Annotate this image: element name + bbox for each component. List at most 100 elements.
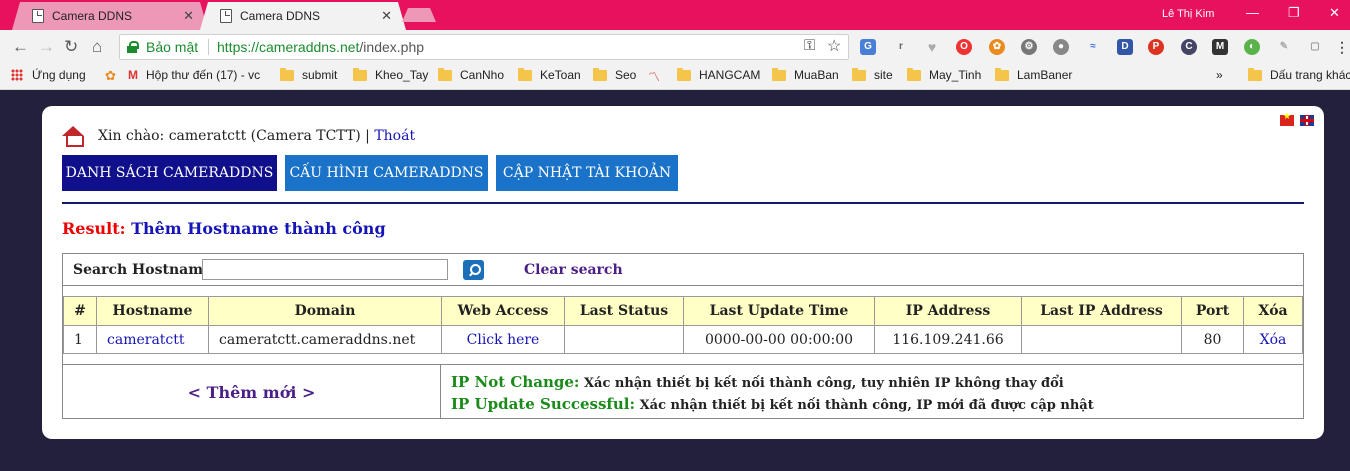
brush-extension-icon[interactable]: ✎ [1276, 39, 1292, 55]
table-footer: < Thêm mới > IP Not Change: Xác nhận thi… [63, 364, 1303, 419]
flower-extension-icon[interactable]: ✿ [989, 39, 1005, 55]
bookmark-label: May_Tinh [929, 68, 982, 82]
col-port-header: Port [1181, 296, 1244, 326]
folder-icon [907, 67, 921, 81]
opera-extension-icon[interactable]: O [956, 39, 972, 55]
search-row: Search Hostname: Clear search [63, 254, 1303, 286]
bookmark-label: LamBaner [1017, 68, 1073, 82]
folder-icon [353, 67, 367, 81]
last-update-cell: 0000-00-00 00:00:00 [683, 325, 875, 354]
search-hostname-input[interactable] [202, 259, 448, 280]
heart-extension-icon[interactable]: ♥ [924, 39, 940, 55]
uk-flag-icon[interactable] [1300, 115, 1314, 126]
address-bar[interactable]: Bảo mật https://cameraddns.net/index.php… [119, 34, 849, 60]
close-tab-icon[interactable]: ✕ [381, 8, 392, 24]
bookmark-other[interactable]: Dấu trang khác [1248, 67, 1350, 82]
camera-list-button[interactable]: DANH SÁCH CAMERADDNS [62, 155, 277, 191]
tab-title: Camera DDNS [52, 9, 133, 23]
translate-extension-icon[interactable]: G [860, 39, 876, 55]
col-ip-address-header: IP Address [874, 296, 1022, 326]
result-text: Thêm Hostname thành công [131, 219, 386, 238]
bookmark-may-tinh[interactable]: May_Tinh [907, 67, 982, 82]
home-icon[interactable]: ⌂ [92, 37, 102, 57]
pinterest-extension-icon[interactable]: P [1148, 39, 1164, 55]
forward-icon[interactable]: → [38, 37, 55, 57]
maximize-icon[interactable]: ❐ [1288, 5, 1300, 21]
r-extension-icon[interactable]: r [893, 39, 909, 55]
key-icon[interactable]: ⚿ [804, 37, 815, 54]
menu-icon[interactable]: ⋮ [1334, 39, 1350, 55]
profile-name[interactable]: Lê Thị Kim [1162, 8, 1214, 20]
hostname-link[interactable]: cameratctt [96, 325, 209, 354]
last-status-cell [564, 325, 684, 354]
url-text[interactable]: https://cameraddns.net/index.php [217, 39, 424, 55]
bookmark-site[interactable]: site [852, 67, 893, 82]
row-index: 1 [63, 325, 97, 354]
globe-extension-icon[interactable]: ◐ [1244, 39, 1260, 55]
last-ip-cell [1021, 325, 1182, 354]
bookmark-star-icon[interactable]: ☆ [827, 36, 841, 56]
minimize-icon[interactable]: — [1246, 5, 1259, 20]
bookmark-lambaner[interactable]: LamBaner [995, 67, 1073, 82]
search-button[interactable] [463, 260, 484, 280]
c-extension-icon[interactable]: C [1181, 39, 1197, 55]
back-icon[interactable]: ← [12, 37, 29, 57]
m-extension-icon[interactable]: M [1212, 39, 1228, 55]
folder-icon [438, 67, 452, 81]
camera-config-button[interactable]: CẤU HÌNH CAMERADDNS [285, 155, 488, 191]
col-last-status-header: Last Status [564, 296, 684, 326]
bookmark-label: CanNho [460, 68, 505, 82]
bookmark-kheo-tay[interactable]: Kheo_Tay [353, 67, 428, 82]
divider [208, 39, 209, 55]
bookmark-apps[interactable]: Ứng dụng [11, 68, 86, 82]
d-extension-icon[interactable]: D [1117, 39, 1133, 55]
col-last-ip-header: Last IP Address [1021, 296, 1182, 326]
browser-tab-bar: Camera DDNS ✕ Camera DDNS ✕ Lê Thị Kim —… [0, 0, 1350, 30]
gear-extension-icon[interactable]: ⚙ [1021, 39, 1037, 55]
clear-search-link[interactable]: Clear search [524, 262, 623, 278]
bookmark-wing-site[interactable]: 〽 [648, 68, 660, 85]
bookmark-hangcam[interactable]: HANGCAM [677, 67, 761, 82]
bookmark-ketoan[interactable]: KeToan [518, 67, 581, 82]
bookmarks-overflow-icon[interactable]: » [1216, 68, 1223, 82]
bookmark-submit[interactable]: submit [280, 67, 338, 82]
new-tab-button[interactable] [402, 8, 436, 22]
search-label: Search Hostname: [73, 262, 218, 278]
box-extension-icon[interactable]: ▢ [1307, 39, 1323, 55]
status-legend: IP Not Change: Xác nhận thiết bị kết nối… [451, 372, 1094, 416]
bookmark-cannho[interactable]: CanNho [438, 67, 505, 82]
bookmark-label: submit [302, 68, 338, 82]
folder-icon [1248, 67, 1262, 81]
wing-icon: 〽 [648, 70, 661, 84]
url-path: /index.php [359, 39, 425, 55]
legend-status: IP Update Successful: [451, 395, 636, 413]
vietnam-flag-icon[interactable] [1280, 112, 1294, 126]
reload-icon[interactable]: ↻ [64, 37, 78, 57]
bookmark-label: site [874, 68, 893, 82]
web-access-link[interactable]: Click here [441, 325, 565, 354]
greeting-text: Xin chào: cameratctt (Camera TCTT) [98, 128, 361, 144]
wifi-extension-icon[interactable]: ≈ [1085, 39, 1101, 55]
secure-label[interactable]: Bảo mật [146, 39, 198, 55]
content-panel: Xin chào: cameratctt (Camera TCTT) | Tho… [42, 106, 1324, 439]
bookmarks-bar: Ứng dụng ✿ M Hộp thư đến (17) - vc submit… [0, 64, 1350, 90]
browser-tab-2[interactable]: Camera DDNS ✕ [200, 2, 406, 30]
logout-link[interactable]: Thoát [374, 128, 415, 144]
close-tab-icon[interactable]: ✕ [183, 8, 194, 24]
bookmark-seo[interactable]: Seo [593, 67, 636, 82]
browser-tab-1[interactable]: Camera DDNS ✕ [12, 2, 208, 30]
delete-link[interactable]: Xóa [1243, 325, 1303, 354]
update-account-button[interactable]: CẬP NHẬT TÀI KHOẢN [496, 155, 678, 191]
folder-icon [280, 67, 294, 81]
lock-icon[interactable] [127, 41, 139, 53]
bookmark-muaban[interactable]: MuaBan [772, 67, 839, 82]
folder-icon [677, 67, 691, 81]
close-window-icon[interactable]: ✕ [1329, 5, 1340, 21]
add-new-link[interactable]: < Thêm mới > [63, 365, 441, 419]
home-icon[interactable] [62, 126, 84, 147]
bookmark-flower-site[interactable]: ✿ [105, 68, 116, 84]
bookmark-label: MuaBan [794, 68, 839, 82]
bookmark-label: HANGCAM [699, 68, 761, 82]
bookmark-gmail[interactable]: M Hộp thư đến (17) - vc [128, 68, 260, 82]
chat-extension-icon[interactable]: ● [1053, 39, 1069, 55]
